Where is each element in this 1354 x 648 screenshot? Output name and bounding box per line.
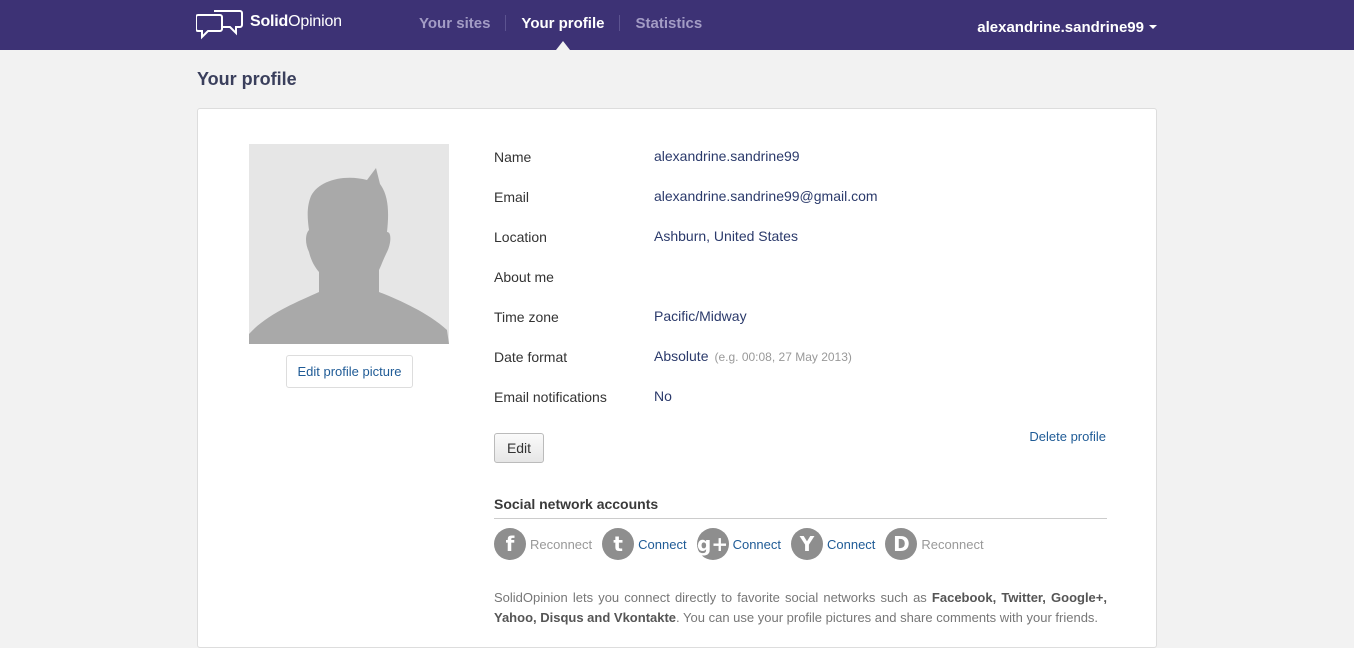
disqus-reconnect-link[interactable]: Reconnect xyxy=(921,537,983,552)
main-nav: Your sites Your profile Statistics xyxy=(404,0,717,50)
date-format-value-wrap: Absolute (e.g. 00:08, 27 May 2013) xyxy=(654,348,852,364)
edit-profile-button[interactable]: Edit xyxy=(494,433,544,463)
disqus-icon: D xyxy=(885,528,918,560)
nav-your-profile[interactable]: Your profile xyxy=(506,0,619,50)
google-plus-icon: g+ xyxy=(696,528,729,560)
field-row-about-me: About me xyxy=(494,259,1114,299)
email-value: alexandrine.sandrine99@gmail.com xyxy=(654,188,878,204)
logo-text: SolidOpinion xyxy=(250,13,342,30)
name-label: Name xyxy=(494,149,532,165)
edit-profile-picture-button[interactable]: Edit profile picture xyxy=(286,355,413,388)
social-accounts-list: f Reconnect t Connect g+ Connect Y Conne… xyxy=(494,528,994,560)
email-notifications-value: No xyxy=(654,388,672,404)
field-row-location: Location Ashburn, United States xyxy=(494,219,1114,259)
email-notifications-label: Email notifications xyxy=(494,389,607,405)
nav-your-sites[interactable]: Your sites xyxy=(404,0,505,50)
default-avatar-silhouette-icon xyxy=(249,168,449,344)
profile-fields: Name alexandrine.sandrine99 Email alexan… xyxy=(494,139,1114,419)
top-navbar: SolidOpinion Your sites Your profile Sta… xyxy=(0,0,1354,50)
social-info-pre: SolidOpinion lets you connect directly t… xyxy=(494,590,932,605)
nav-statistics[interactable]: Statistics xyxy=(620,0,717,50)
twitter-icon: t xyxy=(602,528,635,560)
social-yahoo: Y Connect xyxy=(791,528,875,560)
yahoo-icon: Y xyxy=(791,528,823,560)
delete-profile-link[interactable]: Delete profile xyxy=(1029,429,1106,444)
facebook-reconnect-link[interactable]: Reconnect xyxy=(530,537,592,552)
social-google-plus: g+ Connect xyxy=(696,528,781,560)
nav-your-profile-label: Your profile xyxy=(521,15,605,32)
location-label: Location xyxy=(494,229,547,245)
email-label: Email xyxy=(494,189,530,205)
field-row-email: Email alexandrine.sandrine99@gmail.com xyxy=(494,179,1114,219)
social-facebook: f Reconnect xyxy=(494,528,592,560)
logo[interactable]: SolidOpinion xyxy=(196,9,342,41)
time-zone-label: Time zone xyxy=(494,309,559,325)
google-plus-connect-link[interactable]: Connect xyxy=(733,537,781,552)
date-format-label: Date format xyxy=(494,349,568,365)
social-info-text: SolidOpinion lets you connect directly t… xyxy=(494,588,1107,628)
page-title: Your profile xyxy=(197,69,297,89)
about-me-label: About me xyxy=(494,269,554,285)
location-value: Ashburn, United States xyxy=(654,228,798,244)
field-row-time-zone: Time zone Pacific/Midway xyxy=(494,299,1114,339)
date-format-value: Absolute xyxy=(654,348,709,364)
field-row-date-format: Date format Absolute (e.g. 00:08, 27 May … xyxy=(494,339,1114,379)
field-row-name: Name alexandrine.sandrine99 xyxy=(494,139,1114,179)
twitter-connect-link[interactable]: Connect xyxy=(638,537,686,552)
social-twitter: t Connect xyxy=(602,528,687,560)
time-zone-value: Pacific/Midway xyxy=(654,308,747,324)
social-info-post: . You can use your profile pictures and … xyxy=(676,610,1099,625)
caret-down-icon xyxy=(1149,25,1157,29)
name-value: alexandrine.sandrine99 xyxy=(654,148,800,164)
profile-card: Edit profile picture Name alexandrine.sa… xyxy=(197,108,1157,648)
social-disqus: D Reconnect xyxy=(885,528,984,560)
avatar xyxy=(249,144,449,344)
date-format-hint: (e.g. 00:08, 27 May 2013) xyxy=(714,350,852,364)
speech-bubble-logo-icon xyxy=(196,10,243,40)
user-menu[interactable]: alexandrine.sandrine99 xyxy=(977,0,1157,50)
active-tab-caret xyxy=(555,41,570,50)
username-label: alexandrine.sandrine99 xyxy=(977,19,1144,36)
yahoo-connect-link[interactable]: Connect xyxy=(827,537,875,552)
field-row-email-notifications: Email notifications No xyxy=(494,379,1114,419)
facebook-icon: f xyxy=(494,528,526,560)
social-accounts-heading: Social network accounts xyxy=(494,496,1107,519)
